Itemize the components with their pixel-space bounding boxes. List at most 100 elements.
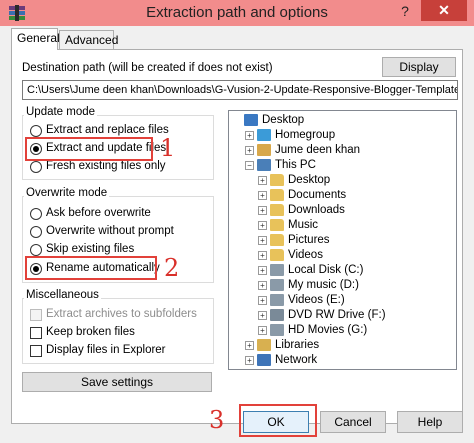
miscellaneous-title: Miscellaneous bbox=[24, 289, 101, 301]
tree-item[interactable]: + Network bbox=[229, 353, 454, 368]
help-button[interactable]: Help bbox=[397, 411, 463, 433]
skip-existing-radio[interactable] bbox=[30, 244, 42, 256]
save-settings-button[interactable]: Save settings bbox=[22, 372, 212, 392]
destination-path-input[interactable]: C:\Users\Jume deen khan\Downloads\G-Vusi… bbox=[22, 80, 458, 100]
display-in-explorer-checkbox[interactable] bbox=[30, 345, 42, 357]
network-icon bbox=[257, 354, 271, 366]
expand-icon[interactable]: + bbox=[258, 281, 267, 290]
tree-item[interactable]: + Downloads bbox=[229, 203, 454, 218]
tree-item-label: Libraries bbox=[275, 339, 320, 351]
tree-item[interactable]: + Videos (E:) bbox=[229, 293, 454, 308]
highlight-box-3 bbox=[239, 404, 317, 437]
tree-item[interactable]: + My music (D:) bbox=[229, 278, 454, 293]
tree-item[interactable]: + Pictures bbox=[229, 233, 454, 248]
extract-replace-label: Extract and replace files bbox=[46, 124, 169, 136]
tree-item-label: DVD RW Drive (F:) bbox=[288, 309, 386, 321]
folder-icon bbox=[270, 249, 284, 261]
tree-item[interactable]: + Jume deen khan bbox=[229, 143, 454, 158]
fresh-existing-radio[interactable] bbox=[30, 161, 42, 173]
tree-item-label: Videos bbox=[288, 249, 323, 261]
drive-icon bbox=[270, 294, 284, 306]
expand-icon[interactable]: + bbox=[258, 191, 267, 200]
expand-icon[interactable]: + bbox=[245, 131, 254, 140]
tree-item-label: Network bbox=[275, 354, 318, 366]
tree-item[interactable]: + Music bbox=[229, 218, 454, 233]
highlight-box-1 bbox=[25, 137, 153, 161]
tree-item-label: Downloads bbox=[288, 204, 345, 216]
tree-item[interactable]: + Homegroup bbox=[229, 128, 454, 143]
tree-item-label: Documents bbox=[288, 189, 347, 201]
tree-item-label: Videos (E:) bbox=[288, 294, 345, 306]
tree-item[interactable]: − This PC bbox=[229, 158, 454, 173]
extract-replace-radio[interactable] bbox=[30, 125, 42, 137]
keep-broken-files-checkbox[interactable] bbox=[30, 327, 42, 339]
tree-item-label: Jume deen khan bbox=[275, 144, 361, 156]
tree-item-label: Music bbox=[288, 219, 319, 231]
overwrite-mode-title: Overwrite mode bbox=[24, 187, 110, 199]
update-mode-title: Update mode bbox=[24, 106, 98, 118]
folder-icon bbox=[270, 234, 284, 246]
folder-icon bbox=[270, 174, 284, 186]
annotation-number-1: 1 bbox=[160, 134, 176, 162]
overwrite-without-prompt-label: Overwrite without prompt bbox=[46, 225, 174, 237]
tab-general[interactable]: General bbox=[11, 28, 60, 50]
expand-icon[interactable]: + bbox=[258, 221, 267, 230]
ask-before-overwrite-radio[interactable] bbox=[30, 208, 42, 220]
expand-icon[interactable]: + bbox=[258, 296, 267, 305]
tab-advanced[interactable]: Advanced bbox=[59, 30, 118, 50]
expand-icon[interactable]: + bbox=[245, 341, 254, 350]
tree-item[interactable]: + Desktop bbox=[229, 173, 454, 188]
ask-before-overwrite-label: Ask before overwrite bbox=[46, 207, 151, 219]
expand-icon[interactable]: + bbox=[258, 176, 267, 185]
tree-item[interactable]: + Documents bbox=[229, 188, 454, 203]
tree-item[interactable]: + Libraries bbox=[229, 338, 454, 353]
annotation-number-3: 3 bbox=[209, 406, 225, 434]
destination-path-label: Destination path (will be created if doe… bbox=[22, 62, 273, 74]
expand-icon[interactable]: + bbox=[258, 326, 267, 335]
expand-icon[interactable]: + bbox=[258, 251, 267, 260]
tree-item-label: Desktop bbox=[288, 174, 331, 186]
tree-item-label: Homegroup bbox=[275, 129, 336, 141]
display-in-explorer-label: Display files in Explorer bbox=[46, 344, 166, 356]
tree-item[interactable]: + HD Movies (G:) bbox=[229, 323, 454, 338]
skip-existing-label: Skip existing files bbox=[46, 243, 135, 255]
folder-icon bbox=[270, 189, 284, 201]
tree-item[interactable]: Desktop bbox=[229, 113, 454, 128]
drive-icon bbox=[270, 324, 284, 336]
help-question-button[interactable]: ? bbox=[392, 0, 418, 22]
expand-icon[interactable]: + bbox=[258, 236, 267, 245]
folder-icon bbox=[270, 219, 284, 231]
display-button[interactable]: Display bbox=[382, 57, 456, 77]
title-bar: Extraction path and options ? ✕ bbox=[0, 0, 474, 26]
folder-tree[interactable]: Desktop + Homegroup + Jume deen khan − This PC… bbox=[228, 110, 457, 370]
expand-icon[interactable]: + bbox=[258, 311, 267, 320]
highlight-box-2 bbox=[25, 256, 157, 280]
extract-subfolders-checkbox[interactable] bbox=[30, 309, 42, 321]
annotation-number-2: 2 bbox=[164, 254, 180, 282]
tree-item[interactable]: + DVD RW Drive (F:) bbox=[229, 308, 454, 323]
folder-icon bbox=[270, 204, 284, 216]
expand-icon[interactable]: + bbox=[258, 266, 267, 275]
drive-icon bbox=[270, 264, 284, 276]
computer-icon bbox=[257, 159, 271, 171]
tree-item-label: This PC bbox=[275, 159, 316, 171]
libraries-icon bbox=[257, 339, 271, 351]
close-button[interactable]: ✕ bbox=[421, 0, 467, 21]
desktop-icon bbox=[244, 114, 258, 126]
collapse-icon[interactable]: − bbox=[245, 161, 254, 170]
expand-icon[interactable]: + bbox=[245, 146, 254, 155]
expand-icon[interactable]: + bbox=[258, 206, 267, 215]
dvd-drive-icon bbox=[270, 309, 284, 321]
tree-item[interactable]: + Videos bbox=[229, 248, 454, 263]
homegroup-icon bbox=[257, 129, 271, 141]
tree-item-label: Pictures bbox=[288, 234, 330, 246]
cancel-button[interactable]: Cancel bbox=[320, 411, 386, 433]
fresh-existing-label: Fresh existing files only bbox=[46, 160, 166, 172]
overwrite-without-prompt-radio[interactable] bbox=[30, 226, 42, 238]
expand-icon[interactable]: + bbox=[245, 356, 254, 365]
tree-item-label: My music (D:) bbox=[288, 279, 359, 291]
tree-item-label: Local Disk (C:) bbox=[288, 264, 364, 276]
tree-item[interactable]: + Local Disk (C:) bbox=[229, 263, 454, 278]
keep-broken-files-label: Keep broken files bbox=[46, 326, 135, 338]
drive-icon bbox=[270, 279, 284, 291]
